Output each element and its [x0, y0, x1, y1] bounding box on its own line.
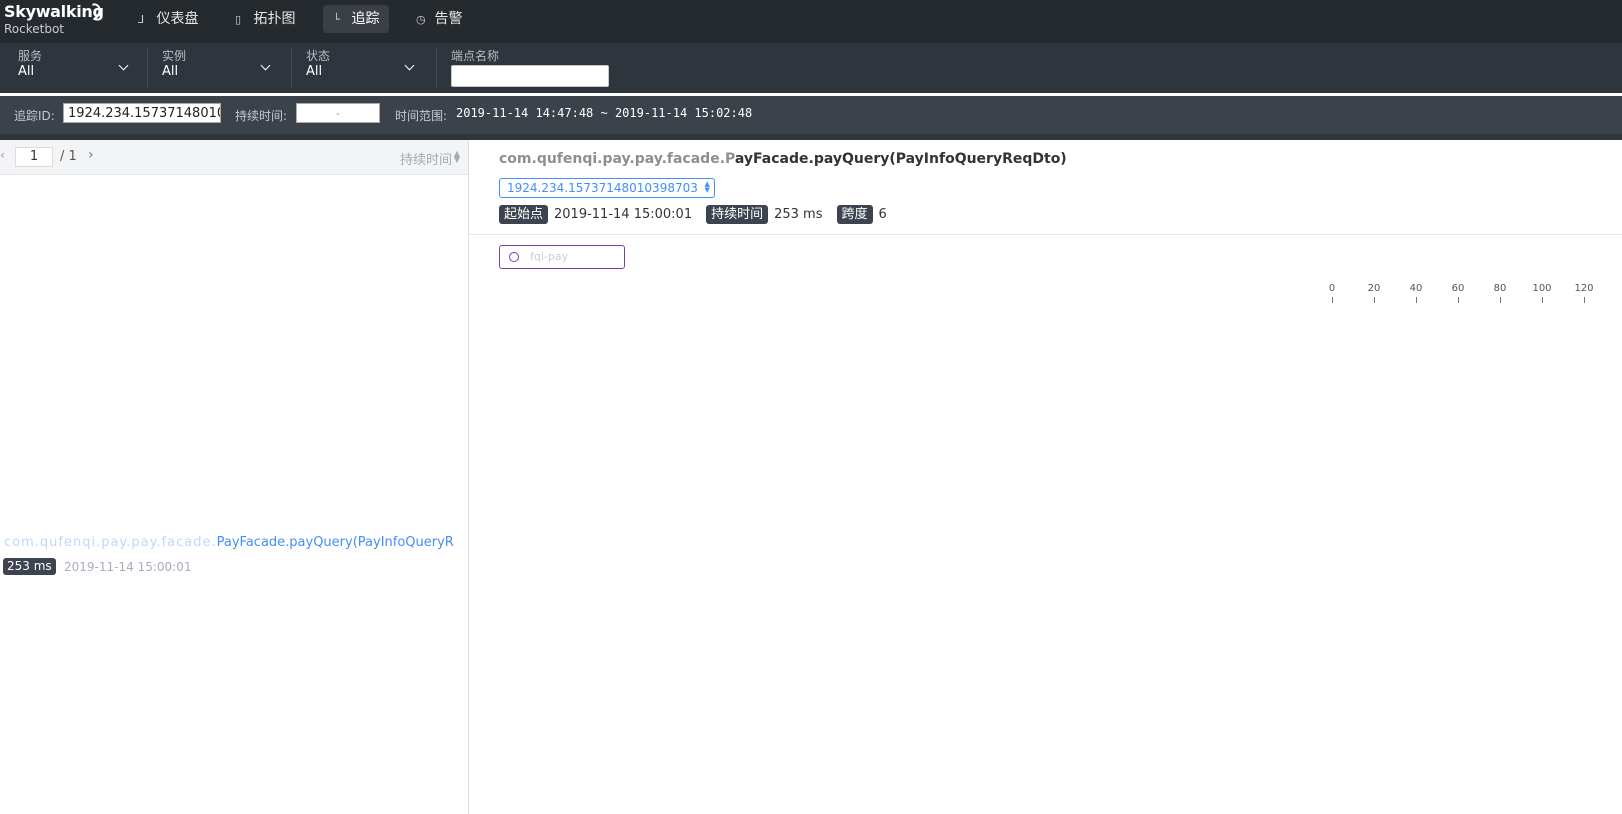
trace-item-title-main: PayFacade.payQuery(PayInfoQueryReqDto) — [216, 535, 454, 550]
service-label: 服务 — [18, 49, 43, 63]
sort-duration-label[interactable]: 持续时间 — [400, 149, 452, 168]
instance-select[interactable]: 实例 All — [162, 49, 274, 89]
status-value: All — [306, 64, 323, 79]
axis-tick-mark — [1332, 297, 1333, 303]
divider — [147, 49, 148, 87]
axis-tick-label: 20 — [1367, 283, 1381, 294]
trace-item-title: com.qufenqi.pay.pay.facade.PayFacade.pay… — [4, 535, 454, 550]
page-total: / 1 — [60, 149, 77, 164]
status-label: 状态 — [306, 49, 331, 63]
axis-tick-mark — [1458, 297, 1459, 303]
trace-item-title-prefix: com.qufenqi.pay.pay.facade. — [4, 535, 217, 550]
legend-label: fqi-pay — [530, 250, 569, 263]
filter-bar: 服务 All 实例 All 状态 All 端点名称 — [0, 43, 1622, 93]
search-bar: 追踪ID: 1924.234.15737148010398703 持续时间: -… — [0, 96, 1622, 140]
brand-subtitle: Rocketbot — [4, 22, 65, 36]
axis-tick-label: 1 — [1606, 283, 1622, 294]
axis-tick-label: 120 — [1574, 283, 1594, 294]
trace-id-label: 追踪ID: — [14, 109, 55, 123]
span-tag: 跨度 — [836, 205, 873, 224]
axis-tick-label: 100 — [1532, 283, 1552, 294]
divider — [469, 234, 1622, 235]
axis-tick-mark — [1584, 297, 1585, 303]
nav-trace[interactable]: └ 追踪 — [323, 5, 390, 33]
axis-tick-mark — [1542, 297, 1543, 303]
instance-label: 实例 — [162, 49, 187, 63]
sort-icon[interactable]: ▲ ▼ — [454, 150, 460, 164]
trace-icon: └ — [333, 13, 340, 26]
alarm-icon: ◷ — [416, 13, 426, 26]
trace-id-input[interactable]: 1924.234.15737148010398703 — [63, 103, 221, 123]
instance-value: All — [162, 64, 179, 79]
trace-meta: 起始点 2019-11-14 15:00:01 持续时间 253 ms 跨度 6 — [499, 204, 901, 224]
duration-tag: 持续时间 — [706, 205, 769, 224]
nav-topology[interactable]: ▯ 拓扑图 — [225, 5, 305, 33]
trace-detail-panel: com.qufenqi.pay.pay.facade.PayFacade.pay… — [469, 140, 1622, 814]
axis-tick-mark — [1500, 297, 1501, 303]
nav-alarm[interactable]: ◷ 告警 — [406, 5, 472, 33]
topology-icon: ▯ — [235, 13, 242, 26]
nav-dashboard-label: 仪表盘 — [156, 11, 199, 27]
status-select[interactable]: 状态 All — [306, 49, 418, 89]
time-range-value[interactable]: 2019-11-14 14:47:48 ~ 2019-11-14 15:02:4… — [456, 106, 752, 120]
start-tag: 起始点 — [499, 205, 549, 224]
next-page-icon[interactable]: › — [88, 147, 94, 163]
trace-list-panel: ‹ 1 / 1 › 持续时间 ▲ ▼ com.qufenqi.pay.pay.fa… — [0, 140, 469, 814]
axis-tick-label: 60 — [1451, 283, 1465, 294]
duration-input[interactable]: - — [296, 103, 380, 123]
nav-alarm-label: 告警 — [434, 11, 463, 27]
endpoint-input[interactable] — [451, 65, 609, 87]
detail-title-prefix: com.qufenqi.pay.pay.facade.P — [499, 151, 735, 167]
pagination: ‹ 1 / 1 › 持续时间 ▲ ▼ — [0, 140, 468, 175]
duration-badge: 253 ms — [3, 558, 56, 575]
trace-id-select[interactable]: 1924.234.15737148010398703 ▲ ▼ — [499, 178, 715, 198]
detail-title-main: ayFacade.payQuery(PayInfoQueryReqDto) — [734, 151, 1067, 167]
axis-tick-label: 0 — [1328, 283, 1336, 294]
page-input[interactable]: 1 — [15, 147, 53, 167]
service-legend[interactable]: fqi-pay — [499, 245, 625, 269]
nav-topology-label: 拓扑图 — [253, 11, 296, 27]
axis-tick-label: 40 — [1409, 283, 1423, 294]
dashboard-icon: ⅃ — [138, 13, 145, 26]
duration-value: 253 ms — [774, 207, 823, 222]
nav-trace-label: 追踪 — [351, 11, 380, 27]
top-navigation: Skywalking Rocketbot ⅃ 仪表盘 ▯ 拓扑图 └ 追踪 ◷ … — [0, 0, 1622, 43]
legend-circle-icon — [509, 252, 519, 262]
axis-tick-mark — [1416, 297, 1417, 303]
divider — [436, 49, 437, 87]
endpoint-label: 端点名称 — [451, 49, 500, 63]
detail-title: com.qufenqi.pay.pay.facade.PayFacade.pay… — [499, 151, 1067, 167]
start-value: 2019-11-14 15:00:01 — [554, 207, 693, 222]
prev-page-icon[interactable]: ‹ — [0, 148, 5, 162]
service-select[interactable]: 服务 All — [18, 49, 130, 89]
axis-tick-mark — [1374, 297, 1375, 303]
trace-list-item[interactable]: com.qufenqi.pay.pay.facade.PayFacade.pay… — [0, 535, 468, 585]
service-value: All — [18, 64, 35, 79]
divider — [291, 49, 292, 87]
span-value: 6 — [878, 207, 887, 222]
duration-label: 持续时间: — [235, 109, 288, 123]
time-range-label: 时间范围: — [395, 109, 448, 123]
nav-dashboard[interactable]: ⅃ 仪表盘 — [128, 5, 208, 33]
trace-item-time: 2019-11-14 15:00:01 — [64, 560, 192, 574]
brand-logo[interactable]: Skywalking Rocketbot — [4, 0, 104, 36]
timeline-axis: 0 20 40 60 80 100 120 1 — [469, 283, 1622, 303]
trace-id-select-value: 1924.234.15737148010398703 — [507, 181, 698, 195]
select-arrows-icon: ▲ ▼ — [704, 180, 710, 194]
axis-tick-label: 80 — [1493, 283, 1507, 294]
